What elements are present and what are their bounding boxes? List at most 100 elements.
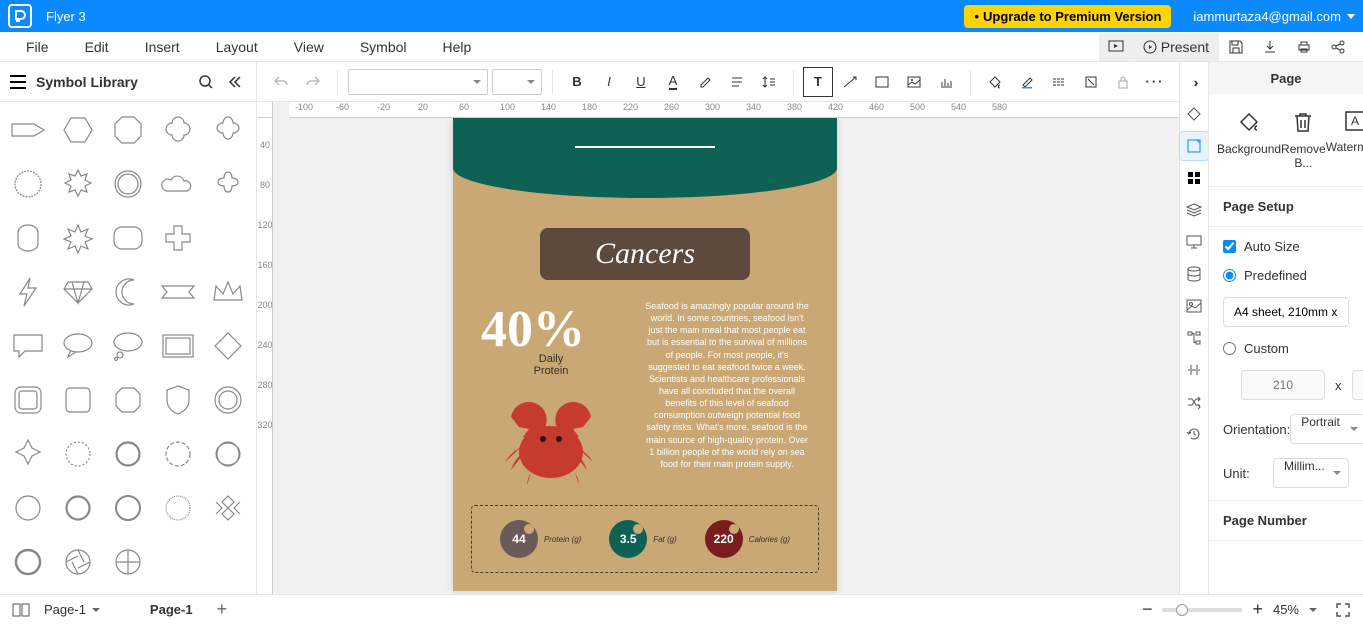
shape-hexagon[interactable] <box>58 110 98 150</box>
shape-gear-ring[interactable] <box>158 488 198 528</box>
dock-data-icon[interactable] <box>1180 260 1208 288</box>
shape-blank[interactable] <box>208 218 248 258</box>
shape-speech-round[interactable] <box>58 326 98 366</box>
watermark-tool[interactable]: AWatermark <box>1326 110 1363 170</box>
width-input[interactable] <box>1241 370 1325 400</box>
shape-star-frame[interactable] <box>8 434 48 474</box>
shape-thought[interactable] <box>108 326 148 366</box>
unit-select[interactable]: Millim... <box>1273 458 1349 488</box>
menu-file[interactable]: File <box>8 35 67 59</box>
text-tool-icon[interactable]: T <box>804 68 832 96</box>
shape-circle2[interactable] <box>58 488 98 528</box>
italic-icon[interactable]: I <box>595 68 623 96</box>
orientation-select[interactable]: Portrait <box>1290 414 1363 444</box>
font-color-icon[interactable]: A <box>659 68 687 96</box>
shape-square[interactable] <box>58 380 98 420</box>
shape-flower[interactable] <box>208 110 248 150</box>
auto-size-checkbox[interactable]: Auto Size <box>1223 239 1349 254</box>
user-menu[interactable]: iammurtaza4@gmail.com <box>1193 9 1355 24</box>
zoom-slider[interactable] <box>1162 608 1242 612</box>
shape-aperture[interactable] <box>58 542 98 582</box>
dock-random-icon[interactable] <box>1180 388 1208 416</box>
page-selector[interactable]: Page-1 <box>44 602 100 617</box>
shape-diamond[interactable] <box>208 326 248 366</box>
background-tool[interactable]: Background <box>1217 110 1281 170</box>
dock-fill-icon[interactable] <box>1180 100 1208 128</box>
line-style-icon[interactable] <box>1045 68 1073 96</box>
share-icon[interactable] <box>1321 33 1355 61</box>
present-page-icon[interactable] <box>1099 33 1133 61</box>
flyer-page[interactable]: Cancers 40% DailyProtein Seafood is amaz… <box>453 118 837 591</box>
shape-circle[interactable] <box>8 488 48 528</box>
shape-circle-double[interactable] <box>208 380 248 420</box>
underline-icon[interactable]: U <box>627 68 655 96</box>
shape-diamond-quad[interactable] <box>208 488 248 528</box>
menu-help[interactable]: Help <box>425 35 490 59</box>
shape-quadrant[interactable] <box>108 542 148 582</box>
menu-edit[interactable]: Edit <box>67 35 127 59</box>
dock-history-icon[interactable] <box>1180 420 1208 448</box>
shape-cloud[interactable] <box>158 164 198 204</box>
save-icon[interactable] <box>1219 33 1253 61</box>
shape-flower2[interactable] <box>208 164 248 204</box>
height-input[interactable] <box>1352 370 1363 400</box>
shape-quatrefoil[interactable] <box>158 110 198 150</box>
add-page-button[interactable]: + <box>217 599 228 620</box>
zoom-in-button[interactable]: + <box>1252 599 1263 620</box>
image-icon[interactable] <box>900 68 928 96</box>
remove-bg-tool[interactable]: Remove B... <box>1281 110 1326 170</box>
fullscreen-icon[interactable] <box>1335 602 1351 618</box>
shape-diamond-gem[interactable] <box>58 272 98 312</box>
shape-ribbon[interactable] <box>158 272 198 312</box>
shape-round-rect[interactable] <box>108 218 148 258</box>
dock-present-icon[interactable] <box>1180 228 1208 256</box>
bold-icon[interactable]: B <box>563 68 591 96</box>
collapse-left-icon[interactable] <box>222 70 246 94</box>
present-button[interactable]: Present <box>1133 33 1219 61</box>
shape-burst[interactable] <box>58 164 98 204</box>
shape-sketch-circle[interactable] <box>208 434 248 474</box>
menu-insert[interactable]: Insert <box>127 35 198 59</box>
shape-lightning[interactable] <box>8 272 48 312</box>
page-list-icon[interactable] <box>12 603 30 617</box>
zoom-level[interactable]: 45% <box>1273 602 1299 617</box>
canvas[interactable]: Cancers 40% DailyProtein Seafood is amaz… <box>273 118 1179 594</box>
undo-icon[interactable] <box>267 68 295 96</box>
shape-crown[interactable] <box>208 272 248 312</box>
dock-layers-icon[interactable] <box>1180 196 1208 224</box>
shape-rect-icon[interactable] <box>868 68 896 96</box>
align-icon[interactable] <box>723 68 751 96</box>
shape-moon[interactable] <box>108 272 148 312</box>
fill-icon[interactable] <box>981 68 1009 96</box>
menu-layout[interactable]: Layout <box>198 35 276 59</box>
shape-seal[interactable] <box>108 164 148 204</box>
shape-scribble-circle[interactable] <box>108 434 148 474</box>
line-spacing-icon[interactable] <box>755 68 783 96</box>
dock-tree-icon[interactable] <box>1180 324 1208 352</box>
lock-icon[interactable] <box>1109 68 1137 96</box>
shape-plus[interactable] <box>158 218 198 258</box>
library-menu-icon[interactable] <box>10 75 26 89</box>
shape-stroke-circle[interactable] <box>8 542 48 582</box>
download-icon[interactable] <box>1253 33 1287 61</box>
shape-dash-circle[interactable] <box>158 434 198 474</box>
connector-icon[interactable] <box>836 68 864 96</box>
more-icon[interactable]: ··· <box>1141 68 1169 96</box>
dock-grid-icon[interactable] <box>1180 164 1208 192</box>
dock-page-icon[interactable] <box>1180 132 1208 160</box>
expand-right-icon[interactable]: ›› <box>1180 68 1208 96</box>
search-icon[interactable] <box>194 70 218 94</box>
shape-speech[interactable] <box>8 326 48 366</box>
line-color-icon[interactable] <box>1013 68 1041 96</box>
eyedropper-icon[interactable] <box>1077 68 1105 96</box>
predefined-radio[interactable]: Predefined <box>1223 268 1349 283</box>
upgrade-button[interactable]: Upgrade to Premium Version <box>964 5 1171 28</box>
zoom-out-button[interactable]: − <box>1142 599 1153 620</box>
shape-bevel[interactable] <box>8 380 48 420</box>
shape-octagon2[interactable] <box>108 380 148 420</box>
highlight-icon[interactable] <box>691 68 719 96</box>
dock-align-icon[interactable] <box>1180 356 1208 384</box>
chart-icon[interactable] <box>932 68 960 96</box>
menu-view[interactable]: View <box>276 35 342 59</box>
font-family-select[interactable] <box>348 69 488 95</box>
